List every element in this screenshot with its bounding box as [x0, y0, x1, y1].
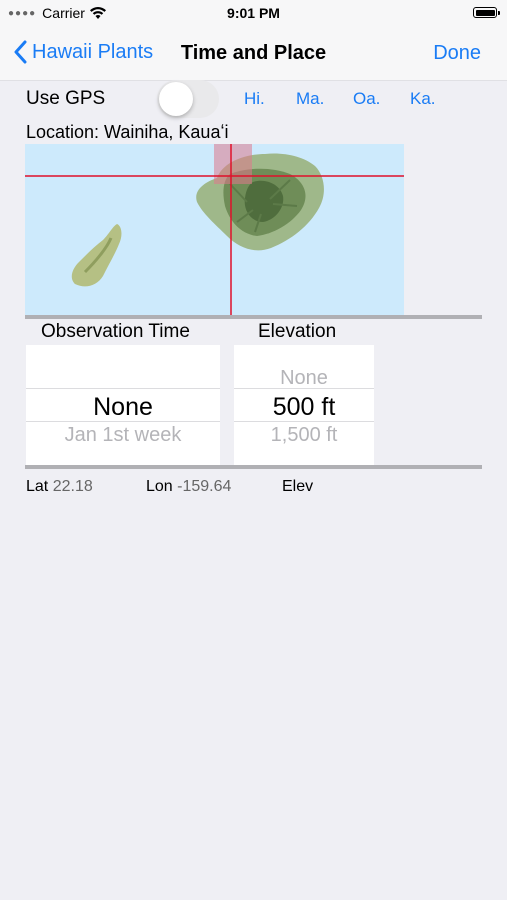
elev-label: Elev [282, 478, 314, 495]
location-label: Location: Wainiha, Kauaʻi [26, 122, 229, 142]
chevron-left-icon [14, 40, 27, 64]
navigation-bar: Hawaii Plants Time and Place Done [0, 28, 507, 81]
done-button[interactable]: Done [433, 42, 481, 65]
time-picker-selected: None [93, 393, 153, 421]
divider-top [25, 315, 482, 319]
use-gps-toggle[interactable] [157, 80, 219, 118]
elevation-picker-below: 1,500 ft [270, 424, 338, 446]
toggle-knob [159, 82, 193, 116]
observation-time-header: Observation Time [41, 321, 190, 342]
back-button-label: Hawaii Plants [32, 40, 154, 63]
divider-bottom [25, 465, 482, 469]
island-button-oahu[interactable]: Oa. [353, 89, 380, 109]
island-button-kauai[interactable]: Ka. [410, 89, 436, 109]
status-time: 9:01 PM [227, 5, 280, 21]
elevation-readout: Elev [282, 478, 313, 496]
elevation-picker-above: None [280, 367, 328, 389]
lat-label: Lat [26, 478, 49, 495]
lon-value: -159.64 [177, 478, 232, 495]
back-button[interactable]: Hawaii Plants [14, 40, 153, 64]
battery-icon [473, 7, 500, 18]
use-gps-label: Use GPS [26, 88, 106, 109]
island-button-hawaii[interactable]: Hi. [244, 89, 265, 109]
latitude-readout: Lat 22.18 [26, 478, 93, 496]
island-button-maui[interactable]: Ma. [296, 89, 324, 109]
observation-time-picker[interactable]: None Jan 1st week [26, 345, 220, 465]
longitude-readout: Lon -159.64 [146, 478, 231, 496]
island-map[interactable] [25, 144, 404, 316]
elevation-picker[interactable]: None 500 ft 1,500 ft [234, 345, 374, 465]
elevation-header: Elevation [258, 321, 337, 342]
lat-value: 22.18 [52, 478, 93, 495]
lon-label: Lon [146, 478, 173, 495]
status-bar: ●●●● Carrier 9:01 PM [0, 0, 507, 28]
selection-box [214, 144, 252, 184]
elevation-picker-selected: 500 ft [272, 393, 336, 421]
time-picker-below: Jan 1st week [64, 424, 182, 446]
map-canvas [25, 144, 404, 316]
